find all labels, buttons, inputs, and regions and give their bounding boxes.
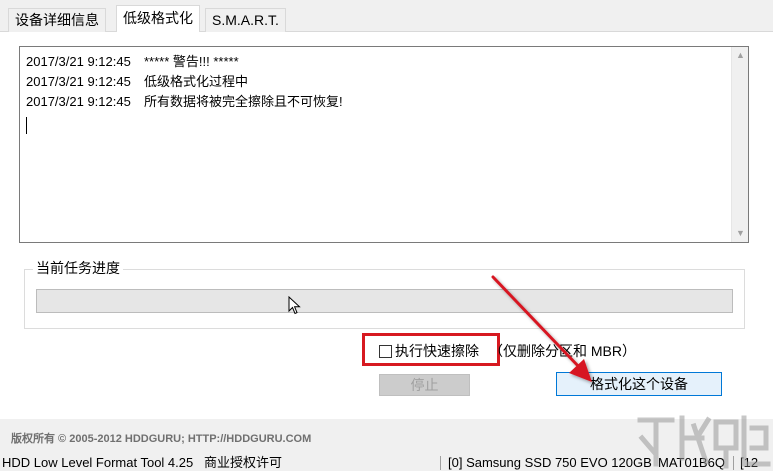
status-device: [0] Samsung SSD 750 EVO 120GB: [448, 455, 652, 470]
log-message: ***** 警告!!! *****: [144, 54, 239, 69]
progress-group: 当前任务进度: [24, 259, 745, 329]
log-line: 2017/3/21 9:12:45 低级格式化过程中: [26, 72, 343, 92]
stop-button[interactable]: 停止: [379, 374, 470, 396]
log-lines: 2017/3/21 9:12:45 ***** 警告!!! ***** 2017/…: [26, 52, 343, 112]
status-license: 商业授权许可: [204, 455, 283, 470]
tab-bar: 设备详细信息 低级格式化 S.M.A.R.T.: [0, 0, 773, 33]
mouse-pointer-icon: [288, 296, 301, 315]
log-message: 低级格式化过程中: [144, 74, 249, 89]
log-textarea[interactable]: 2017/3/21 9:12:45 ***** 警告!!! ***** 2017/…: [19, 46, 749, 243]
log-message: 所有数据将被完全擦除且不可恢复!: [144, 94, 343, 109]
status-separator: [440, 456, 441, 470]
tab-device-details[interactable]: 设备详细信息: [8, 8, 106, 32]
text-caret: [26, 117, 27, 134]
scroll-down-arrow-icon[interactable]: ▼: [732, 225, 749, 242]
copyright-text: 版权所有 © 2005-2012 HDDGURU; HTTP://HDDGURU…: [11, 433, 312, 445]
quick-wipe-label[interactable]: 执行快速擦除: [395, 343, 479, 359]
watermark-logo-icon: [637, 415, 771, 469]
progress-bar: [36, 289, 733, 313]
log-line: 2017/3/21 9:12:45 ***** 警告!!! *****: [26, 52, 343, 72]
quick-wipe-checkbox[interactable]: [379, 345, 392, 358]
annotation-arrow-icon: [491, 275, 592, 382]
log-timestamp: 2017/3/21 9:12:45: [26, 94, 131, 109]
log-scrollbar[interactable]: ▲ ▼: [731, 47, 748, 242]
status-app-name: HDD Low Level Format Tool 4.25: [2, 455, 194, 470]
tab-low-level-format[interactable]: 低级格式化: [116, 5, 200, 33]
progress-group-label: 当前任务进度: [33, 259, 123, 277]
tab-smart[interactable]: S.M.A.R.T.: [205, 8, 286, 32]
log-timestamp: 2017/3/21 9:12:45: [26, 54, 131, 69]
log-line: 2017/3/21 9:12:45 所有数据将被完全擦除且不可恢复!: [26, 92, 343, 112]
log-timestamp: 2017/3/21 9:12:45: [26, 74, 131, 89]
scroll-up-arrow-icon[interactable]: ▲: [732, 47, 749, 64]
